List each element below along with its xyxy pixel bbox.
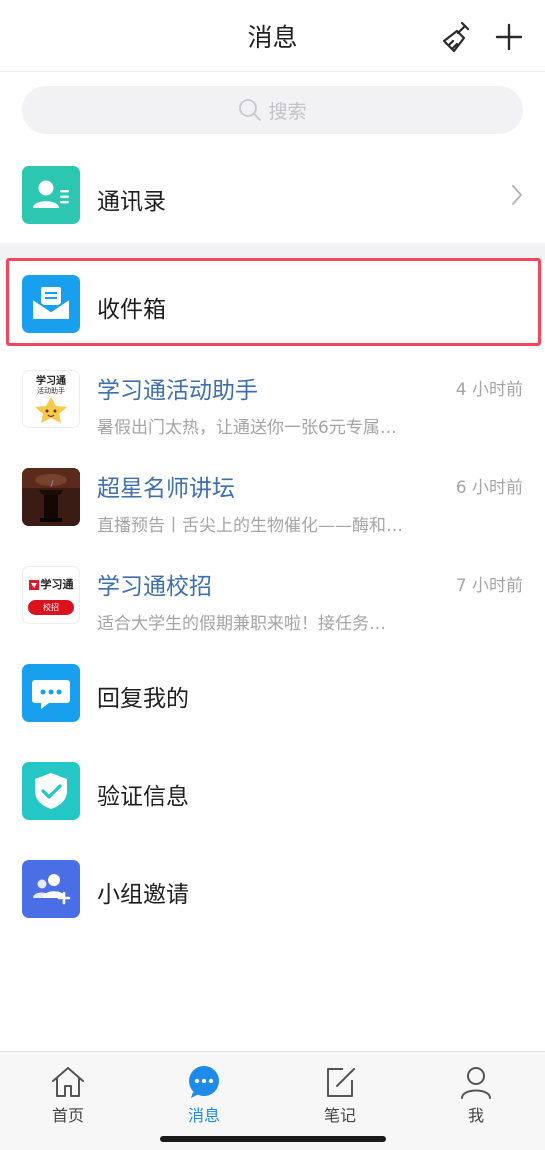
home-indicator — [160, 1136, 386, 1142]
activity-assistant-avatar: 学习通 活动助手 — [22, 370, 80, 428]
message-item-campus-recruitment[interactable]: 学习通 校招 学习通校招 7 小时前 适合大学生的假期兼职来啦！接任务… — [0, 551, 545, 649]
verification-label: 验证信息 — [97, 784, 189, 810]
search-bar[interactable]: 搜索 — [22, 86, 523, 134]
replies-to-me-row[interactable]: 回复我的 — [0, 649, 545, 747]
tab-messages[interactable]: 消息 — [164, 1060, 244, 1130]
search-icon — [239, 99, 262, 121]
message-preview: 直播预告丨舌尖上的生物催化——酶和… — [97, 516, 403, 536]
star-mascot-icon — [35, 397, 67, 423]
tab-notes-label: 笔记 — [323, 1106, 356, 1125]
plus-icon[interactable] — [494, 22, 524, 52]
broom-icon[interactable] — [440, 20, 474, 54]
note-icon — [327, 1068, 355, 1097]
tab-home[interactable]: 首页 — [28, 1060, 108, 1130]
campus-recruit-badge: 校招 — [28, 600, 74, 615]
message-title: 学习通校招 — [97, 574, 212, 600]
message-title: 学习通活动助手 — [97, 378, 258, 404]
contacts-icon — [22, 166, 80, 224]
lecture-podium-avatar — [22, 468, 80, 526]
header-divider — [0, 71, 545, 72]
replies-label: 回复我的 — [97, 686, 189, 712]
verification-info-row[interactable]: 验证信息 — [0, 747, 545, 845]
inbox-highlight-frame — [6, 258, 541, 346]
chevron-right-icon — [512, 185, 522, 205]
tab-profile[interactable]: 我 — [436, 1060, 516, 1130]
message-preview: 适合大学生的假期兼职来啦！接任务… — [97, 614, 386, 634]
message-title: 超星名师讲坛 — [97, 476, 235, 502]
tab-notes[interactable]: 笔记 — [300, 1060, 380, 1130]
contacts-row[interactable]: 通讯录 — [0, 146, 545, 244]
chat-bubble-icon — [22, 664, 80, 722]
message-item-activity-assistant[interactable]: 学习通 活动助手 学习通活动助手 4 小时前 暑假出门太热，让通送你一张6元专属… — [0, 355, 545, 453]
message-icon — [189, 1066, 219, 1098]
group-invite-icon — [22, 860, 80, 918]
top-header: 消息 — [0, 0, 545, 72]
contacts-label: 通讯录 — [97, 189, 166, 215]
logo-mark-icon — [28, 580, 39, 590]
message-time: 7 小时前 — [455, 576, 523, 596]
group-invite-label: 小组邀请 — [97, 882, 189, 908]
profile-icon — [461, 1067, 491, 1099]
tab-messages-label: 消息 — [187, 1106, 220, 1125]
message-time: 6 小时前 — [455, 478, 523, 498]
message-preview: 暑假出门太热，让通送你一张6元专属… — [97, 418, 397, 438]
message-item-famous-teachers-forum[interactable]: 超星名师讲坛 6 小时前 直播预告丨舌尖上的生物催化——酶和… — [0, 453, 545, 551]
group-invite-row[interactable]: 小组邀请 — [0, 845, 545, 943]
shield-check-icon — [22, 762, 80, 820]
tab-profile-label: 我 — [467, 1106, 484, 1125]
tab-home-label: 首页 — [51, 1106, 84, 1125]
home-icon — [52, 1067, 84, 1097]
campus-recruitment-avatar: 学习通 校招 — [22, 566, 80, 624]
search-placeholder: 搜索 — [268, 100, 307, 123]
message-time: 4 小时前 — [455, 380, 523, 400]
